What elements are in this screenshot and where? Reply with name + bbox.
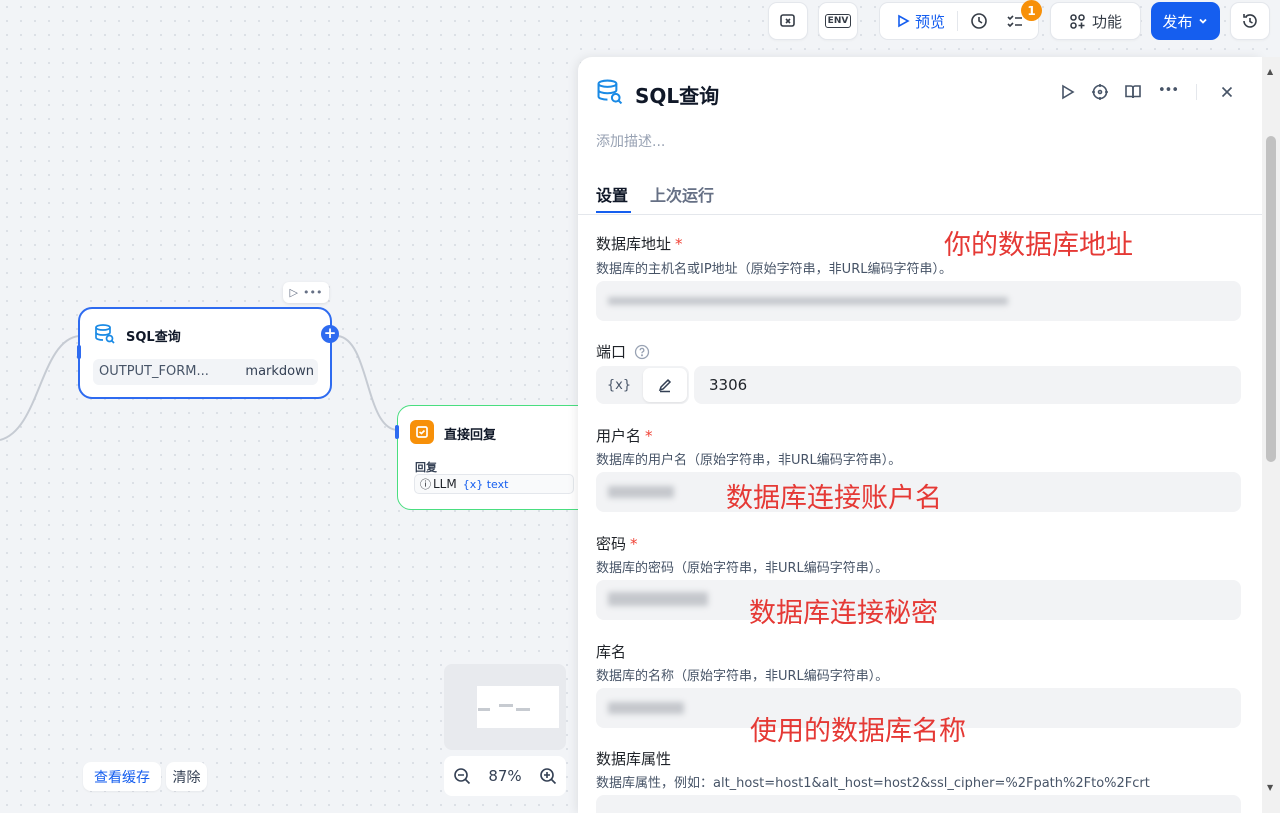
run-history-button[interactable] xyxy=(958,12,1000,30)
run-group: 预览 xyxy=(879,2,1039,40)
redacted-dbname-value xyxy=(608,702,684,714)
username-label: 用户名 * xyxy=(596,427,653,445)
param-value: markdown xyxy=(245,364,314,379)
dbname-description: 数据库的名称（原始字符串，非URL编码字符串）。 xyxy=(596,669,889,684)
minimap-viewport[interactable] xyxy=(477,686,559,728)
zoom-level[interactable]: 87% xyxy=(488,767,521,785)
minimap[interactable] xyxy=(444,664,566,750)
required-mark: * xyxy=(645,427,653,445)
sql-node-title: SQL查询 xyxy=(126,330,181,345)
redacted-password-value xyxy=(608,592,708,606)
minimap-node xyxy=(516,708,530,711)
locate-icon[interactable] xyxy=(1091,83,1109,101)
tab-active-indicator xyxy=(596,211,631,213)
env-button[interactable]: ENV xyxy=(818,2,858,40)
properties-description: 数据库属性，例如：alt_host=host1&alt_host=host2&s… xyxy=(596,776,1150,791)
port-input[interactable]: 3306 xyxy=(694,366,1241,404)
input-handle[interactable] xyxy=(77,345,81,359)
preview-button[interactable]: 预览 xyxy=(880,11,959,31)
features-label: 功能 xyxy=(1091,12,1122,31)
history-icon xyxy=(1243,14,1257,28)
docs-book-icon[interactable] xyxy=(1124,83,1142,101)
play-icon xyxy=(898,14,910,28)
properties-input[interactable] xyxy=(596,795,1241,813)
host-label: 数据库地址 * xyxy=(596,235,683,253)
checklist-x-icon xyxy=(780,14,795,27)
features-button[interactable]: 功能 xyxy=(1050,2,1141,40)
database-search-icon xyxy=(94,323,116,345)
run-step-icon[interactable] xyxy=(1058,83,1076,101)
password-annotation: 数据库连接秘密 xyxy=(749,598,938,629)
zoom-in-icon[interactable] xyxy=(539,767,557,785)
redacted-host-value xyxy=(608,297,1008,305)
close-icon[interactable] xyxy=(1218,83,1236,101)
tab-last-run[interactable]: 上次运行 xyxy=(650,182,714,206)
host-annotation: 你的数据库地址 xyxy=(944,230,1133,261)
tab-settings[interactable]: 设置 xyxy=(596,182,628,206)
more-options-icon[interactable]: ••• xyxy=(1158,83,1179,98)
zoom-out-icon[interactable] xyxy=(453,767,471,785)
clear-button[interactable]: 清除 xyxy=(166,762,207,791)
publish-label: 发布 xyxy=(1162,12,1193,31)
reply-variable-tag: ⓘ LLM {x} text xyxy=(414,474,574,494)
required-mark: * xyxy=(630,535,638,553)
var-tag: {x} text xyxy=(462,477,509,491)
required-mark: * xyxy=(675,235,683,253)
node-settings-panel: SQL查询 ••• 添加描述... 设置 上次运行 数据库地址 * 数据库的主机名… xyxy=(578,57,1262,813)
reply-section-label: 回复 xyxy=(415,461,437,474)
redacted-username-value xyxy=(608,486,674,498)
variable-mode-button[interactable]: {x} xyxy=(596,366,642,404)
preview-label: 预览 xyxy=(915,12,946,31)
properties-label: 数据库属性 xyxy=(596,750,672,768)
chevron-down-icon xyxy=(1198,18,1207,24)
password-label: 密码 * xyxy=(596,535,638,553)
reply-input-handle[interactable] xyxy=(395,425,399,439)
issue-count-badge: 1 xyxy=(1021,0,1042,21)
clock-play-icon xyxy=(971,13,987,29)
header-divider xyxy=(1196,84,1197,100)
host-description: 数据库的主机名或IP地址（原始字符串，非URL编码字符串）。 xyxy=(596,262,952,277)
env-icon: ENV xyxy=(824,14,852,28)
view-cache-button[interactable]: 查看缓存 xyxy=(83,762,161,791)
more-icon[interactable]: ••• xyxy=(303,286,322,299)
username-annotation: 数据库连接账户名 xyxy=(726,483,942,514)
edge-incoming xyxy=(0,335,80,441)
sql-query-node[interactable]: SQL查询 OUTPUT_FORM... markdown + xyxy=(77,307,339,399)
dbname-label: 库名 xyxy=(596,643,627,661)
reply-icon xyxy=(410,420,434,444)
host-input[interactable] xyxy=(596,281,1241,321)
llm-tag: LLM xyxy=(433,477,457,491)
description-input[interactable]: 添加描述... xyxy=(596,131,665,151)
help-question-icon[interactable] xyxy=(634,344,650,360)
sql-node-param: OUTPUT_FORM... markdown xyxy=(93,359,318,385)
minimap-node xyxy=(499,704,513,707)
scroll-up-arrow-icon[interactable]: ▲ xyxy=(1267,67,1273,76)
publish-button[interactable]: 发布 xyxy=(1151,2,1220,40)
llm-icon: ⓘ xyxy=(420,478,431,491)
add-next-node-icon[interactable]: + xyxy=(321,325,339,343)
run-node-icon[interactable]: ▷ xyxy=(290,286,298,299)
port-mode-switch: {x} xyxy=(596,366,689,404)
direct-reply-node[interactable]: 直接回复 回复 ⓘ LLM {x} text xyxy=(395,405,597,510)
port-label: 端口 xyxy=(596,341,650,362)
username-description: 数据库的用户名（原始字符串，非URL编码字符串）。 xyxy=(596,453,902,468)
panel-scrollbar-thumb[interactable] xyxy=(1266,136,1276,462)
reply-node-title: 直接回复 xyxy=(444,428,497,443)
panel-title[interactable]: SQL查询 xyxy=(635,80,719,109)
checklist-toggle-button[interactable] xyxy=(768,2,808,40)
param-name: OUTPUT_FORM... xyxy=(99,364,209,379)
pencil-icon xyxy=(658,378,672,393)
edge-sql-to-reply xyxy=(337,335,399,431)
constant-mode-button[interactable] xyxy=(643,368,687,402)
dbname-annotation: 使用的数据库名称 xyxy=(750,716,966,747)
password-description: 数据库的密码（原始字符串，非URL编码字符串）。 xyxy=(596,561,889,576)
zoom-control: 87% xyxy=(444,756,566,796)
minimap-node xyxy=(478,708,490,711)
node-quick-actions: ▷ ••• xyxy=(283,282,329,303)
tabs-divider xyxy=(578,214,1262,215)
version-history-button[interactable] xyxy=(1230,2,1270,40)
scroll-down-arrow-icon[interactable]: ▼ xyxy=(1267,783,1273,792)
panel-database-search-icon xyxy=(596,78,624,106)
features-grid-icon xyxy=(1070,13,1085,29)
